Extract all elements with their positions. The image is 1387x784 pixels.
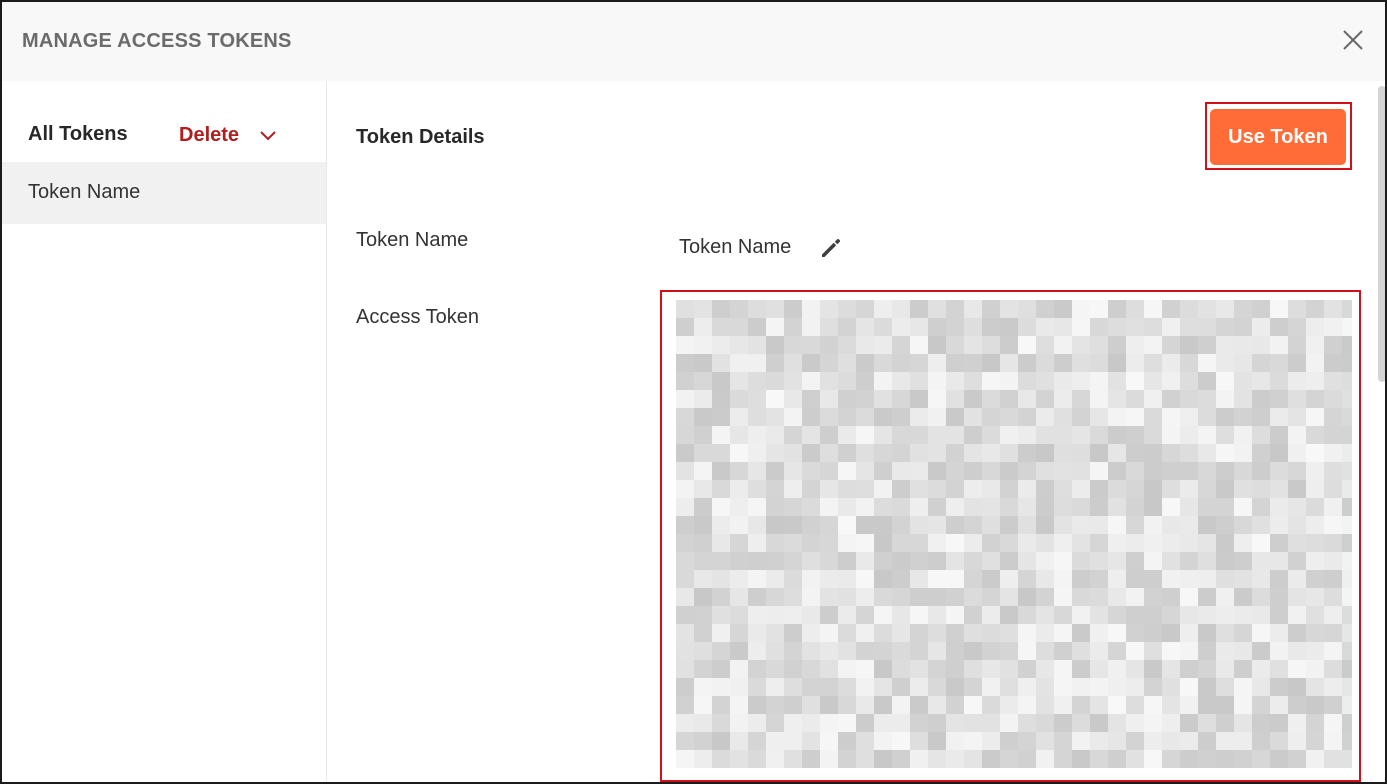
scrollbar[interactable] xyxy=(1378,86,1385,382)
token-name-label: Token Name xyxy=(356,229,469,251)
access-token-label: Access Token xyxy=(356,306,480,328)
sidebar-item-label: Token Name xyxy=(28,181,141,203)
tokens-sidebar: All Tokens Delete Token Name xyxy=(2,81,327,782)
modal-title: MANAGE ACCESS TOKENS xyxy=(22,30,292,52)
redacted-token-pixels xyxy=(676,300,1352,768)
delete-label: Delete xyxy=(179,123,240,146)
use-token-button[interactable]: Use Token xyxy=(1210,109,1346,165)
close-icon[interactable] xyxy=(1338,25,1368,55)
sidebar-item-token[interactable]: Token Name xyxy=(2,162,326,224)
pencil-icon[interactable] xyxy=(819,235,843,259)
token-name-value: Token Name xyxy=(679,236,792,258)
modal-header: MANAGE ACCESS TOKENS xyxy=(2,2,1385,81)
manage-access-tokens-modal: MANAGE ACCESS TOKENS All Tokens Delete T… xyxy=(0,0,1387,784)
access-token-field[interactable] xyxy=(660,290,1361,782)
chevron-down-icon xyxy=(260,131,276,141)
token-details-heading: Token Details xyxy=(356,126,485,148)
all-tokens-heading: All Tokens xyxy=(28,123,128,145)
delete-dropdown[interactable]: Delete xyxy=(179,121,277,149)
